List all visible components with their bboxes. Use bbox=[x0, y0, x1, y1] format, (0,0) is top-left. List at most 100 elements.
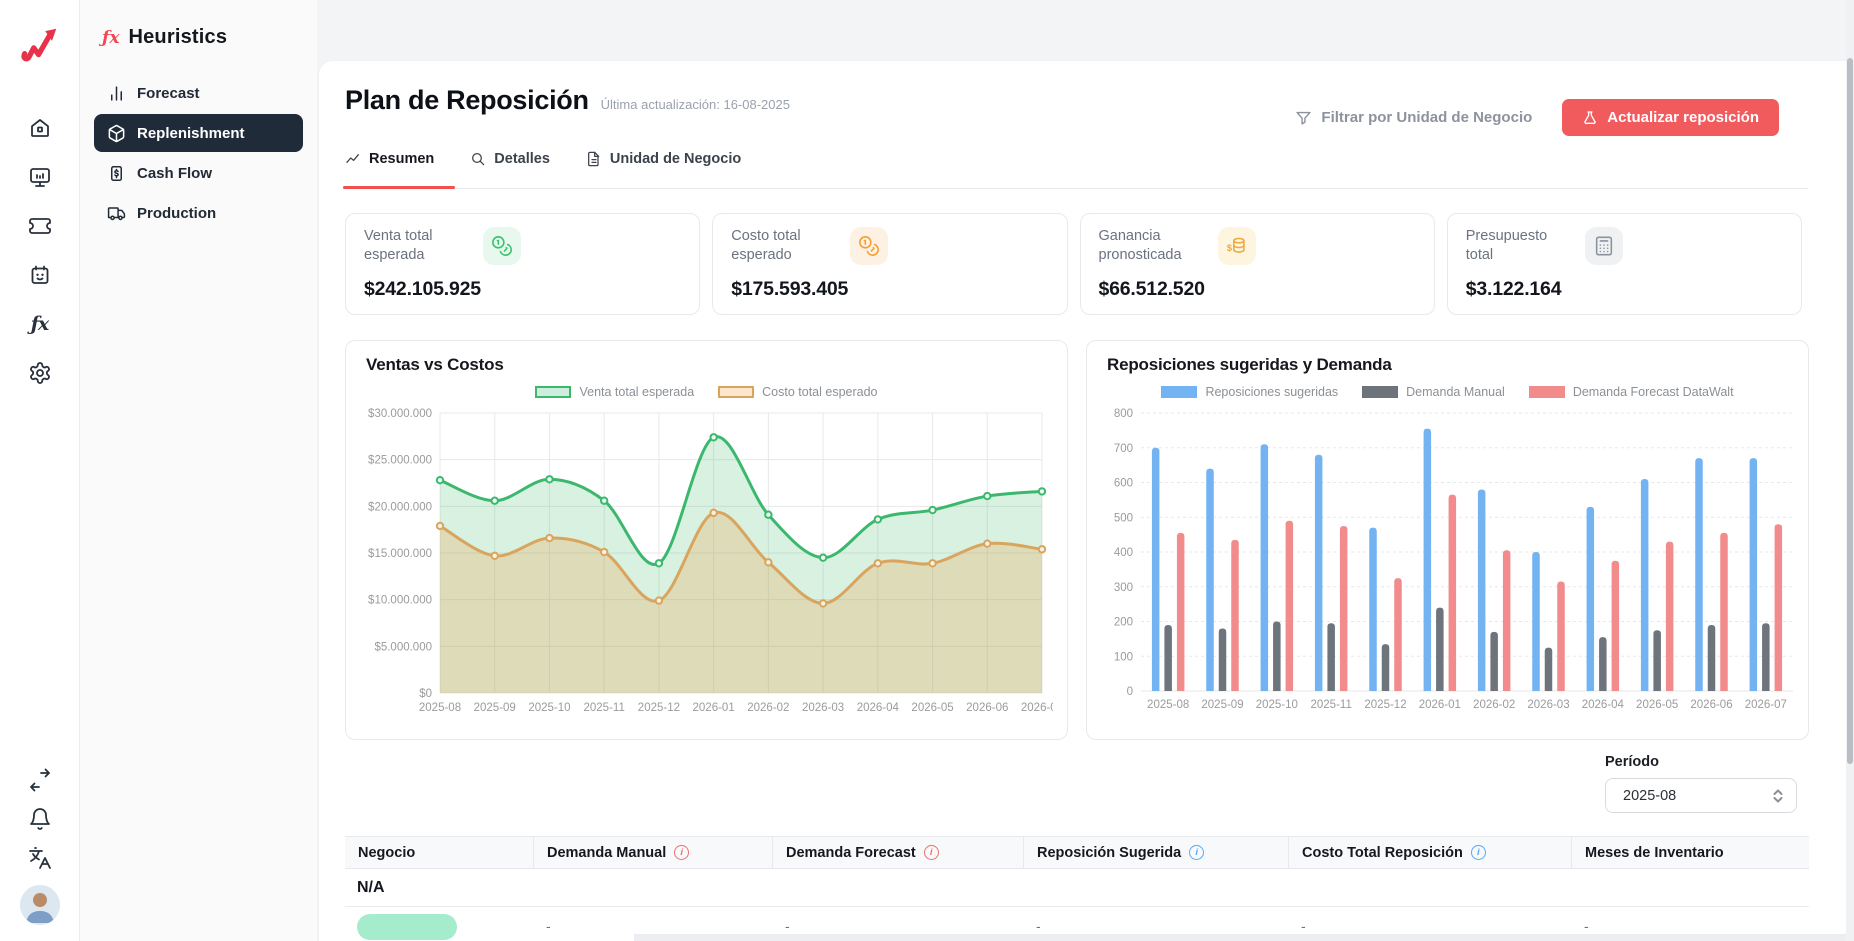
svg-text:$: $ bbox=[1226, 243, 1231, 253]
svg-text:2026-07: 2026-07 bbox=[1745, 699, 1787, 711]
home-icon[interactable] bbox=[28, 116, 52, 140]
svg-text:2025-12: 2025-12 bbox=[1364, 699, 1406, 711]
svg-text:200: 200 bbox=[1114, 617, 1133, 629]
flask-icon bbox=[1582, 110, 1598, 126]
stat-value: $175.593.405 bbox=[731, 278, 1048, 301]
fx-brand-icon: ƒx bbox=[102, 28, 119, 48]
svg-text:600: 600 bbox=[1114, 478, 1133, 490]
status-pill bbox=[357, 914, 457, 940]
svg-text:2026-03: 2026-03 bbox=[1527, 699, 1569, 711]
sidebar-item-forecast[interactable]: Forecast bbox=[94, 74, 303, 112]
line-chart-title: Ventas vs Costos bbox=[366, 355, 504, 375]
company-logo[interactable] bbox=[17, 22, 63, 70]
calendar-bot-icon[interactable] bbox=[28, 263, 52, 287]
app-brand: ƒx Heuristics bbox=[80, 0, 317, 49]
svg-text:2026-04: 2026-04 bbox=[857, 702, 900, 714]
legend-item[interactable]: Venta total esperada bbox=[535, 385, 694, 399]
tab-bar: Resumen Detalles Unidad de Negocio bbox=[345, 151, 741, 171]
period-control: Período 2025-08 bbox=[1605, 754, 1797, 813]
svg-text:2026-05: 2026-05 bbox=[911, 702, 953, 714]
sidebar-nav: Forecast Replenishment Cash Flow Product… bbox=[94, 74, 303, 232]
trend-line-icon bbox=[345, 151, 361, 167]
legend-swatch bbox=[1161, 386, 1197, 398]
funnel-icon bbox=[1295, 109, 1312, 126]
tab-resumen[interactable]: Resumen bbox=[345, 151, 434, 171]
svg-text:$0: $0 bbox=[419, 688, 432, 700]
svg-text:2026-03: 2026-03 bbox=[802, 702, 844, 714]
stat-value: $3.122.164 bbox=[1466, 278, 1783, 301]
svg-text:2025-11: 2025-11 bbox=[1310, 699, 1351, 711]
sidebar-item-cash-flow[interactable]: Cash Flow bbox=[94, 154, 303, 192]
column-header-negocio: Negocio bbox=[345, 837, 534, 868]
notifications-bell-icon[interactable] bbox=[28, 807, 52, 831]
svg-text:2026-01: 2026-01 bbox=[693, 702, 735, 714]
column-header-meses-inventario: Meses de Inventario bbox=[1572, 837, 1809, 868]
legend-swatch bbox=[1362, 386, 1398, 398]
stat-card-venta-total: Venta total esperada $242.105.925 bbox=[345, 213, 700, 315]
svg-text:2026-06: 2026-06 bbox=[966, 702, 1008, 714]
charts-row: Ventas vs Costos Venta total esperada Co… bbox=[345, 340, 1809, 740]
line-chart-legend: Venta total esperada Costo total esperad… bbox=[346, 385, 1067, 399]
select-chevrons-icon bbox=[1772, 788, 1784, 804]
page-title: Plan de Reposición bbox=[345, 85, 589, 116]
filter-business-unit-button[interactable]: Filtrar por Unidad de Negocio bbox=[1295, 109, 1532, 126]
svg-text:100: 100 bbox=[1114, 651, 1133, 663]
legend-item[interactable]: Demanda Forecast DataWalt bbox=[1529, 385, 1734, 399]
sidebar-item-production[interactable]: Production bbox=[94, 194, 303, 232]
svg-text:$5.000.000: $5.000.000 bbox=[374, 641, 432, 653]
info-icon[interactable] bbox=[674, 845, 689, 860]
column-header-demanda-forecast: Demanda Forecast bbox=[773, 837, 1024, 868]
horizontal-scrollbar[interactable] bbox=[634, 934, 1846, 941]
svg-text:2026-05: 2026-05 bbox=[1636, 699, 1678, 711]
document-icon bbox=[586, 151, 602, 167]
truck-icon bbox=[107, 204, 126, 223]
bar-chart-card: Reposiciones sugeridas y Demanda Reposic… bbox=[1086, 340, 1809, 740]
monitor-chart-icon[interactable] bbox=[28, 165, 52, 189]
legend-swatch bbox=[718, 386, 754, 398]
vertical-scrollbar-thumb[interactable] bbox=[1847, 58, 1853, 764]
calculator-icon bbox=[1585, 227, 1623, 265]
language-translate-icon[interactable] bbox=[28, 846, 52, 870]
line-chart: $0$5.000.000$10.000.000$15.000.000$20.00… bbox=[354, 407, 1053, 722]
sidebar-item-replenishment[interactable]: Replenishment bbox=[94, 114, 303, 152]
app-title: Heuristics bbox=[128, 26, 227, 49]
svg-text:700: 700 bbox=[1114, 443, 1133, 455]
update-replenishment-button[interactable]: Actualizar reposición bbox=[1562, 99, 1779, 136]
info-icon[interactable] bbox=[1189, 845, 1204, 860]
period-select[interactable]: 2025-08 bbox=[1605, 778, 1797, 813]
legend-swatch bbox=[1529, 386, 1565, 398]
bar-chart-legend: Reposiciones sugeridas Demanda Manual De… bbox=[1087, 385, 1808, 399]
svg-text:2025-12: 2025-12 bbox=[638, 702, 680, 714]
table-header: Negocio Demanda Manual Demanda Forecast … bbox=[345, 836, 1809, 869]
svg-text:2026-02: 2026-02 bbox=[747, 702, 789, 714]
package-icon bbox=[107, 124, 126, 143]
bar-chart-title: Reposiciones sugeridas y Demanda bbox=[1107, 355, 1392, 375]
column-header-demanda-manual: Demanda Manual bbox=[534, 837, 773, 868]
tab-divider bbox=[343, 188, 1808, 189]
svg-text:$10.000.000: $10.000.000 bbox=[368, 595, 432, 607]
coins-dollar-icon: $ bbox=[1218, 227, 1256, 265]
stat-card-costo-total: Costo total esperado $175.593.405 bbox=[712, 213, 1067, 315]
stat-value: $66.512.520 bbox=[1099, 278, 1416, 301]
column-header-costo-total: Costo Total Reposición bbox=[1289, 837, 1572, 868]
info-icon[interactable] bbox=[1471, 845, 1486, 860]
info-icon[interactable] bbox=[924, 845, 939, 860]
legend-item[interactable]: Reposiciones sugeridas bbox=[1161, 385, 1338, 399]
ticket-icon[interactable] bbox=[28, 214, 52, 238]
settings-gear-icon[interactable] bbox=[28, 361, 52, 385]
vertical-scrollbar-track[interactable] bbox=[1846, 0, 1854, 941]
fx-functions-icon[interactable]: ƒx bbox=[28, 312, 52, 336]
coins-icon bbox=[483, 227, 521, 265]
app-window: ƒx ƒx Heuristics Forecast Replenishment bbox=[0, 0, 1854, 941]
svg-text:$20.000.000: $20.000.000 bbox=[368, 501, 432, 513]
icon-rail: ƒx bbox=[0, 0, 80, 941]
stat-card-ganancia: Ganancia pronosticada $ $66.512.520 bbox=[1080, 213, 1435, 315]
swap-arrows-icon[interactable] bbox=[28, 768, 52, 792]
tab-detalles[interactable]: Detalles bbox=[470, 151, 550, 171]
user-avatar[interactable] bbox=[20, 885, 60, 925]
table-group-row: N/A bbox=[345, 869, 1809, 907]
legend-item[interactable]: Demanda Manual bbox=[1362, 385, 1505, 399]
tab-unidad-de-negocio[interactable]: Unidad de Negocio bbox=[586, 151, 741, 171]
svg-text:2025-08: 2025-08 bbox=[1147, 699, 1189, 711]
legend-item[interactable]: Costo total esperado bbox=[718, 385, 877, 399]
